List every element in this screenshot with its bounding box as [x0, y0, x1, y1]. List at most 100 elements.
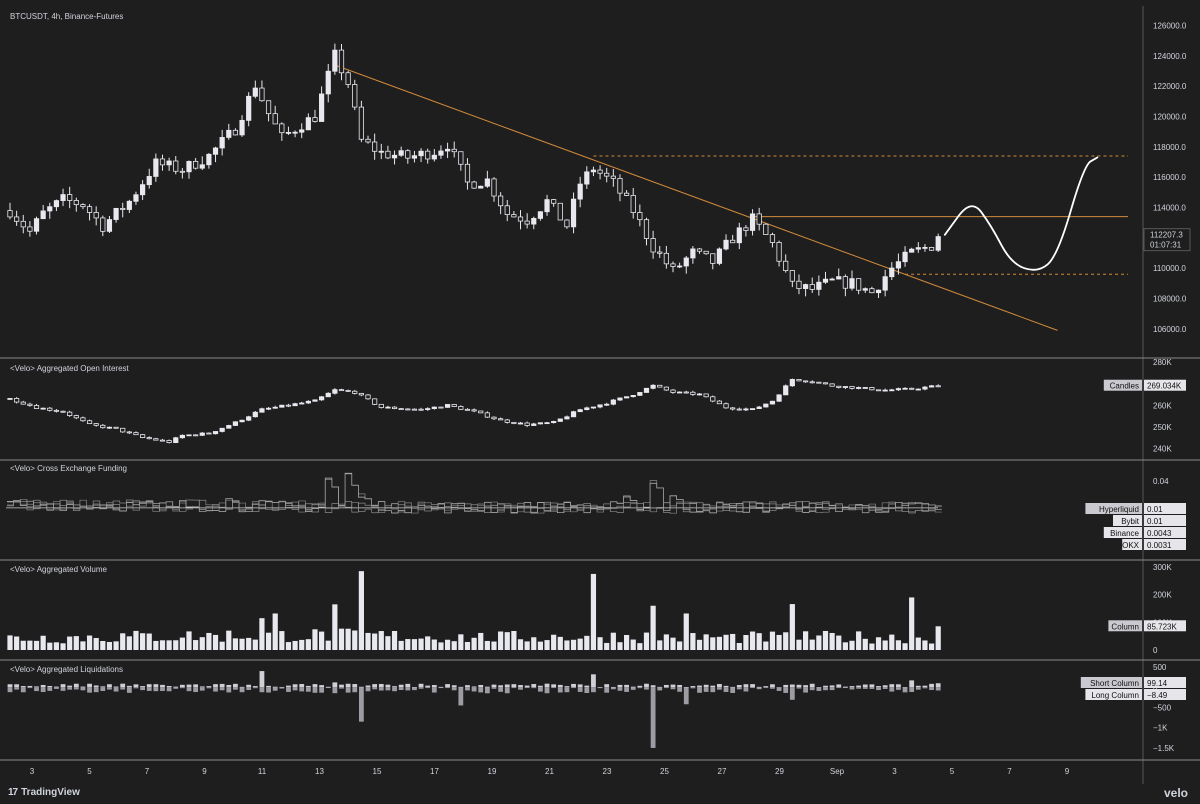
short-liq-bar	[809, 683, 815, 688]
oi-candle	[889, 389, 895, 392]
long-liq-bar	[93, 687, 99, 693]
short-liq-bar	[856, 685, 862, 688]
volume-tick-label: 300K	[1153, 563, 1172, 572]
volume-bar	[776, 634, 782, 650]
long-liq-bar	[438, 687, 444, 689]
short-liq-bar	[153, 684, 159, 688]
short-liq-bar	[259, 671, 265, 688]
short-liq-bar	[213, 684, 218, 688]
funding-legend-label: Hyperliquid	[1099, 505, 1139, 514]
price-candle	[133, 194, 139, 202]
long-liq-bar	[584, 687, 590, 694]
long-liq-bar	[352, 687, 358, 693]
volume-bar	[80, 641, 86, 650]
long-liq-bar	[60, 687, 66, 691]
volume-bar	[524, 641, 530, 650]
long-liq-bar	[34, 687, 39, 692]
funding-legend-value: 0.0043	[1147, 529, 1172, 538]
price-candle	[696, 248, 703, 252]
oi-tick-label: 250K	[1153, 423, 1172, 432]
funding-legend-label: Bybit	[1121, 517, 1140, 526]
short-liq-bar	[146, 684, 152, 688]
price-candle	[776, 242, 782, 262]
oi-candle	[511, 421, 517, 424]
countdown-label: 01:07:31	[1150, 241, 1182, 250]
price-candle	[219, 137, 225, 149]
price-candle	[60, 194, 66, 201]
x-tick-label: 17	[430, 767, 439, 776]
long-liq-bar	[849, 687, 855, 690]
trading-chart[interactable]: 106000.0108000.0110000.0112000.0114000.0…	[0, 0, 1200, 804]
long-liq-bar	[266, 687, 271, 693]
short-liq-bar	[889, 684, 895, 688]
price-candle	[358, 106, 364, 140]
long-liq-bar	[869, 687, 875, 689]
oi-candle	[418, 408, 424, 411]
long-liq-bar	[259, 687, 265, 693]
short-liq-bar	[876, 686, 881, 688]
x-tick-label: 7	[1007, 767, 1012, 776]
price-candle	[411, 155, 418, 159]
liquidations-title[interactable]: <Velo> Aggregated Liquidations	[10, 665, 123, 674]
oi-candle	[199, 432, 205, 436]
oi-candle	[133, 432, 139, 436]
oi-candle	[93, 423, 99, 426]
short-liq-bar	[882, 685, 888, 688]
long-liq-bar	[279, 687, 285, 689]
price-candle	[166, 160, 172, 166]
price-candle	[909, 248, 915, 253]
projection-path	[943, 156, 1099, 271]
price-candle	[637, 212, 643, 221]
oi-candle	[803, 380, 809, 383]
volume-bar	[365, 632, 371, 650]
liq-short-legend-value: 99.14	[1147, 679, 1168, 688]
short-liq-bar	[405, 683, 411, 688]
short-liq-bar	[332, 682, 338, 688]
short-liq-bar	[392, 686, 397, 688]
price-candle	[531, 218, 537, 225]
short-liq-bar	[498, 685, 504, 688]
long-liq-bar	[40, 687, 46, 693]
oi-candle	[166, 440, 172, 443]
liq-tick-label: −500	[1153, 703, 1172, 712]
open-interest-title[interactable]: <Velo> Aggregated Open Interest	[10, 364, 129, 373]
symbol-title[interactable]: BTCUSDT, 4h, Binance-Futures	[10, 12, 123, 21]
long-liq-bar	[564, 687, 570, 693]
price-candle	[570, 198, 577, 228]
long-liq-bar	[644, 687, 649, 690]
oi-candle	[391, 406, 398, 409]
price-candle	[464, 163, 471, 183]
price-candle	[716, 248, 723, 264]
oi-candle	[663, 386, 669, 391]
price-candle	[743, 227, 749, 231]
volume-title[interactable]: <Velo> Aggregated Volume	[10, 565, 107, 574]
footer-bar: 17 TradingView velo	[0, 784, 1200, 804]
price-candle	[405, 150, 411, 159]
oi-candle	[756, 406, 762, 410]
volume-bar	[40, 635, 46, 650]
long-liq-bar	[657, 687, 663, 691]
long-liq-bar	[120, 687, 126, 690]
oi-candle	[842, 386, 848, 388]
short-liq-bar	[40, 684, 46, 688]
long-liq-bar	[418, 687, 424, 689]
short-liq-bar	[226, 684, 232, 688]
oi-candle	[935, 385, 941, 388]
oi-candle	[816, 381, 822, 384]
volume-bar	[378, 631, 384, 650]
short-liq-bar	[418, 683, 424, 688]
volume-bar	[173, 640, 179, 650]
volume-bar	[53, 642, 60, 650]
volume-bar	[749, 631, 756, 650]
oi-candle	[597, 404, 603, 408]
tradingview-brand[interactable]: 17 TradingView	[8, 787, 80, 798]
volume-bar	[352, 630, 358, 650]
funding-title[interactable]: <Velo> Cross Exchange Funding	[10, 464, 127, 473]
volume-bar	[226, 630, 232, 650]
price-candle	[650, 238, 656, 253]
price-candle	[372, 141, 378, 152]
oi-candle	[623, 396, 630, 399]
volume-bar	[796, 639, 802, 650]
short-liq-bar	[750, 684, 755, 688]
oi-candle	[763, 403, 769, 408]
